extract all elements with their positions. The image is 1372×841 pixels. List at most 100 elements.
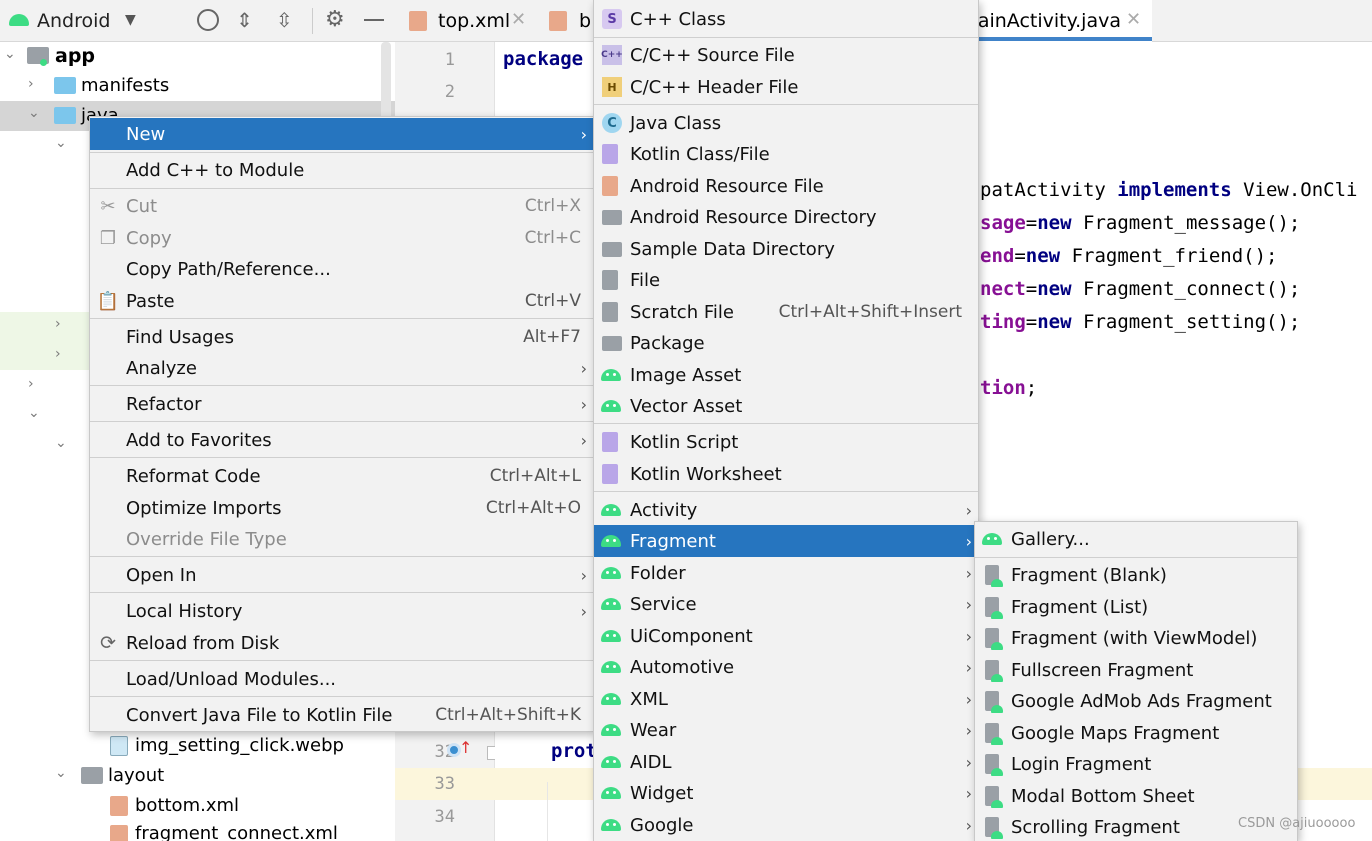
menu-item-activity[interactable]: Activity › [594, 494, 978, 526]
menu-item-kotlin-script[interactable]: Kotlin Script [594, 426, 978, 458]
fragment-template-icon [985, 660, 1003, 682]
menu-item-admob-fragment[interactable]: Google AdMob Ads Fragment [975, 685, 1297, 717]
menu-item-login-fragment[interactable]: Login Fragment [975, 748, 1297, 780]
chevron-right-icon: › [580, 601, 587, 621]
menu-item-sample-data-directory[interactable]: Sample Data Directory [594, 233, 978, 265]
menu-item-reformat-code[interactable]: Reformat Code Ctrl+Alt+L [90, 460, 593, 492]
menu-item-cut[interactable]: ✂ Cut Ctrl+X [90, 190, 593, 222]
menu-item-scratch-file[interactable]: Scratch File Ctrl+Alt+Shift+Insert [594, 296, 978, 328]
menu-item-cpp-class[interactable]: S C++ Class [594, 3, 978, 35]
menu-item-package[interactable]: Package [594, 327, 978, 359]
chevron-down-icon[interactable]: ⌄ [28, 406, 40, 420]
menu-item-analyze[interactable]: Analyze › [90, 352, 593, 384]
locate-icon[interactable] [197, 9, 219, 31]
menu-item-copy-path[interactable]: Copy Path/Reference... [90, 253, 593, 285]
chevron-down-icon[interactable]: ⌄ [55, 136, 67, 150]
fragment-template-icon [985, 786, 1003, 808]
menu-item-vector-asset[interactable]: Vector Asset [594, 390, 978, 422]
gear-icon[interactable]: ⚙ [325, 7, 345, 32]
menu-item-cpp-header-file[interactable]: H C/C++ Header File [594, 71, 978, 103]
menu-item-add-cpp-to-module[interactable]: Add C++ to Module [90, 154, 593, 186]
menu-item-folder[interactable]: Folder › [594, 557, 978, 589]
tree-item-layout[interactable]: layout [108, 765, 164, 786]
menu-item-label: Service [630, 593, 697, 615]
chevron-right-icon[interactable]: › [55, 317, 67, 331]
menu-item-label: Sample Data Directory [630, 238, 835, 260]
collapse-all-icon[interactable]: ⇳ [276, 8, 293, 32]
menu-item-fullscreen-fragment[interactable]: Fullscreen Fragment [975, 654, 1297, 686]
menu-item-google[interactable]: Google › [594, 809, 978, 841]
menu-shortcut: Ctrl+Alt+Shift+K [435, 705, 581, 725]
menu-item-new[interactable]: New › [90, 118, 593, 150]
menu-item-label: Load/Unload Modules... [126, 668, 337, 690]
menu-item-image-asset[interactable]: Image Asset [594, 359, 978, 391]
chevron-down-icon[interactable]: ▼ [125, 12, 136, 28]
expand-all-icon[interactable]: ⇕ [236, 8, 253, 32]
menu-item-kotlin-worksheet[interactable]: Kotlin Worksheet [594, 458, 978, 490]
xml-file-icon [110, 796, 128, 816]
xml-file-icon [110, 825, 128, 841]
menu-item-java-class[interactable]: C Java Class [594, 107, 978, 139]
tab-mainactivity-java[interactable]: MainActivity.java [973, 10, 1121, 32]
folder-icon [81, 767, 103, 784]
menu-separator [975, 557, 1297, 558]
kotlin-script-icon [602, 432, 618, 452]
menu-item-kotlin-class[interactable]: Kotlin Class/File [594, 138, 978, 170]
chevron-down-icon[interactable]: ⌄ [28, 106, 40, 120]
tree-item-img-setting-click[interactable]: img_setting_click.webp [135, 735, 344, 756]
chevron-down-icon[interactable]: ⌄ [55, 436, 67, 450]
menu-item-uicomponent[interactable]: UiComponent › [594, 620, 978, 652]
view-selector[interactable]: Android [37, 10, 110, 32]
chevron-down-icon[interactable]: ⌄ [55, 766, 67, 780]
chevron-down-icon[interactable]: ⌄ [4, 47, 16, 61]
chevron-right-icon[interactable]: › [28, 377, 40, 391]
chevron-right-icon[interactable]: › [28, 77, 40, 91]
tree-item-app[interactable]: app [55, 45, 95, 67]
menu-item-android-resource-directory[interactable]: Android Resource Directory [594, 201, 978, 233]
copy-icon: ❐ [99, 227, 117, 249]
menu-item-open-in[interactable]: Open In › [90, 559, 593, 591]
menu-item-android-resource-file[interactable]: Android Resource File [594, 170, 978, 202]
chevron-right-icon[interactable]: › [55, 347, 67, 361]
tree-item-fragment-connect-xml[interactable]: fragment_connect.xml [135, 823, 338, 841]
menu-item-wear[interactable]: Wear › [594, 714, 978, 746]
menu-item-reload-from-disk[interactable]: ⟳ Reload from Disk [90, 627, 593, 659]
menu-item-local-history[interactable]: Local History › [90, 595, 593, 627]
menu-item-service[interactable]: Service › [594, 588, 978, 620]
tab-top-xml[interactable]: top.xml [438, 10, 510, 32]
menu-item-widget[interactable]: Widget › [594, 777, 978, 809]
menu-item-label: Scrolling Fragment [1011, 816, 1180, 838]
menu-item-label: Kotlin Script [630, 431, 739, 453]
menu-item-fragment-blank[interactable]: Fragment (Blank) [975, 559, 1297, 591]
menu-item-gallery[interactable]: Gallery... [975, 523, 1297, 555]
menu-item-modal-bottom-sheet[interactable]: Modal Bottom Sheet [975, 780, 1297, 812]
menu-item-fragment-viewmodel[interactable]: Fragment (with ViewModel) [975, 622, 1297, 654]
menu-item-optimize-imports[interactable]: Optimize Imports Ctrl+Alt+O [90, 492, 593, 524]
tree-item-bottom-xml[interactable]: bottom.xml [135, 795, 239, 816]
menu-item-label: C/C++ Header File [630, 76, 799, 98]
menu-item-aidl[interactable]: AIDL › [594, 746, 978, 778]
menu-item-copy[interactable]: ❐ Copy Ctrl+C [90, 222, 593, 254]
menu-item-cpp-source-file[interactable]: C++ C/C++ Source File [594, 39, 978, 71]
minimize-icon[interactable] [364, 19, 384, 21]
menu-item-xml[interactable]: XML › [594, 683, 978, 715]
close-icon[interactable]: ✕ [511, 9, 526, 30]
menu-item-refactor[interactable]: Refactor › [90, 388, 593, 420]
android-icon [601, 504, 621, 516]
menu-item-paste[interactable]: 📋 Paste Ctrl+V [90, 285, 593, 317]
tab-b[interactable]: b [579, 10, 591, 32]
menu-item-find-usages[interactable]: Find Usages Alt+F7 [90, 321, 593, 353]
menu-item-convert-java-to-kotlin[interactable]: Convert Java File to Kotlin File Ctrl+Alt… [90, 699, 593, 731]
arrow-up-icon[interactable]: ↑ [459, 738, 472, 757]
menu-item-fragment-list[interactable]: Fragment (List) [975, 591, 1297, 623]
close-icon[interactable]: ✕ [1126, 9, 1141, 30]
menu-item-fragment[interactable]: Fragment › [594, 525, 978, 557]
menu-item-google-maps-fragment[interactable]: Google Maps Fragment [975, 717, 1297, 749]
menu-item-file[interactable]: File [594, 264, 978, 296]
menu-item-add-to-favorites[interactable]: Add to Favorites › [90, 424, 593, 456]
menu-item-load-unload-modules[interactable]: Load/Unload Modules... [90, 663, 593, 695]
menu-item-override-file-type[interactable]: Override File Type [90, 523, 593, 555]
tree-item-manifests[interactable]: manifests [81, 75, 169, 96]
android-icon [9, 14, 29, 26]
menu-item-automotive[interactable]: Automotive › [594, 651, 978, 683]
